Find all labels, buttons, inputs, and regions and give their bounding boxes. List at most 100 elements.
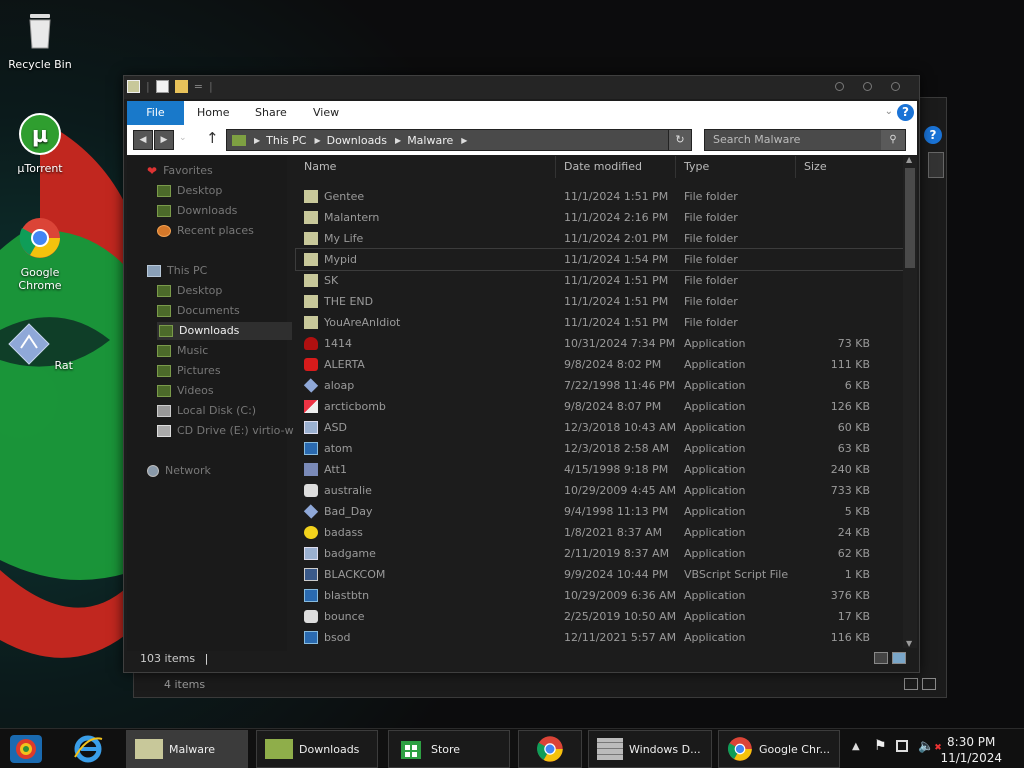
tab-home[interactable]: Home [197,101,229,125]
large-icons-view-icon[interactable] [892,652,906,664]
file-row[interactable]: ASD 12/3/2018 10:43 AM Application 60 KB [296,417,904,438]
nav-this-pc[interactable]: This PC [147,262,207,280]
customize-toolbar-icon[interactable]: = [194,80,203,93]
taskbar-item-google-chrome[interactable]: Google Chr... [718,730,840,768]
tab-view[interactable]: View [313,101,339,125]
address-bar[interactable]: ▶ This PC ▶ Downloads ▶ Malware ▶ [226,129,692,151]
file-row[interactable]: aloap 7/22/1998 11:46 PM Application 6 KB [296,375,904,396]
column-type[interactable]: Type [684,156,796,178]
taskbar-item-store[interactable]: Store [388,730,510,768]
internet-explorer-button[interactable] [72,730,104,768]
file-row[interactable]: Att1 4/15/1998 9:18 PM Application 240 KB [296,459,904,480]
vertical-scrollbar[interactable]: ▲ ▼ [903,155,917,648]
file-row[interactable]: australie 10/29/2009 4:45 AM Application 73… [296,480,904,501]
file-row[interactable]: YouAreAnIdiot 11/1/2024 1:51 PM File folde… [296,312,904,333]
breadcrumb-arrow-icon[interactable]: ▶ [314,136,320,145]
taskbar-item-windows-defender[interactable]: Windows D... [588,730,712,768]
column-name[interactable]: Name [304,156,556,178]
up-arrow-icon[interactable]: ↑ [206,129,219,147]
breadcrumb-this-pc[interactable]: This PC [266,134,306,147]
action-center-flag-icon[interactable]: ⚑ [874,738,887,754]
network-icon[interactable] [896,740,908,752]
scroll-down-icon[interactable]: ▼ [906,639,912,648]
volume-muted-icon[interactable]: 🔈✖ [918,739,942,754]
nav-pc-music[interactable]: Music [157,342,208,360]
large-icons-view-icon[interactable] [922,678,936,690]
nav-pc-videos[interactable]: Videos [157,382,214,400]
nav-pc-documents[interactable]: Documents [157,302,240,320]
file-row[interactable]: Bad_Day 9/4/1998 11:13 PM Application 5 KB [296,501,904,522]
start-button[interactable] [8,730,44,768]
nav-label: Documents [177,304,240,317]
file-row[interactable]: ALERTA 9/8/2024 8:02 PM Application 111 KB [296,354,904,375]
search-input[interactable]: Search Malware ⚲ [704,129,906,151]
refresh-button[interactable]: ↻ [668,129,692,151]
nav-favorites[interactable]: ❤ Favorites [147,162,213,180]
show-hidden-icons-icon[interactable]: ▲ [852,741,860,752]
file-row[interactable]: BLACKCOM 9/9/2024 10:44 PM VBScript Script… [296,564,904,585]
file-row[interactable]: 1414 10/31/2024 7:34 PM Application 73 KB [296,333,904,354]
nav-pc-desktop[interactable]: Desktop [157,282,222,300]
new-folder-icon[interactable] [174,80,188,93]
nav-pc-local-disk[interactable]: Local Disk (C:) [157,402,256,420]
maximize-button[interactable] [863,82,872,91]
file-row[interactable]: badgame 2/11/2019 8:37 AM Application 62 KB [296,543,904,564]
nav-fav-downloads[interactable]: Downloads [157,202,237,220]
file-row[interactable]: THE END 11/1/2024 1:51 PM File folder [296,291,904,312]
details-view-icon[interactable] [874,652,888,664]
properties-icon[interactable] [155,80,169,93]
desktop-icon-google-chrome[interactable]: Google Chrome [0,216,80,292]
file-row[interactable]: SK 11/1/2024 1:51 PM File folder [296,270,904,291]
column-date-modified[interactable]: Date modified [564,156,676,178]
title-bar[interactable]: | = | [124,76,919,99]
breadcrumb-arrow-icon[interactable]: ▶ [254,136,260,145]
breadcrumb-arrow-icon[interactable]: ▶ [395,136,401,145]
file-row[interactable]: arcticbomb 9/8/2024 8:07 PM Application 126… [296,396,904,417]
column-size[interactable]: Size [804,156,876,178]
breadcrumb-downloads[interactable]: Downloads [327,134,387,147]
breadcrumb-arrow-icon[interactable]: ▶ [461,136,467,145]
file-row[interactable]: My Life 11/1/2024 2:01 PM File folder [296,228,904,249]
desktop-icon-utorrent[interactable]: µ µTorrent [0,112,80,175]
scrollbar-thumb[interactable] [905,168,915,268]
scroll-up-icon[interactable]: ▲ [906,155,912,164]
clock[interactable]: 8:30 PM 11/1/2024 [940,734,1002,766]
tab-share[interactable]: Share [255,101,287,125]
nav-pc-downloads[interactable]: Downloads [157,322,292,340]
file-row[interactable]: Malantern 11/1/2024 2:16 PM File folder [296,207,904,228]
diamond-icon [303,378,319,393]
taskbar-item-chrome[interactable] [518,730,582,768]
close-button[interactable] [891,82,900,91]
desktop-icon-recycle-bin[interactable]: Recycle Bin [0,8,80,71]
details-view-icon[interactable] [904,678,918,690]
file-row[interactable]: atom 12/3/2018 2:58 AM Application 63 KB [296,438,904,459]
nav-fav-recent-places[interactable]: Recent places [157,222,254,240]
file-row[interactable]: bsod 12/11/2021 5:57 AM Application 116 KB [296,627,904,648]
file-row[interactable]: Mypid 11/1/2024 1:54 PM File folder [295,248,905,271]
taskbar-item-downloads[interactable]: Downloads [256,730,378,768]
nav-pc-cd-drive[interactable]: CD Drive (E:) virtio-w [157,422,294,440]
back-button[interactable]: ◀ [133,130,153,150]
help-icon[interactable]: ? [924,126,942,144]
search-icon[interactable]: ⚲ [881,130,905,150]
recent-locations-icon[interactable]: ⌄ [179,133,187,143]
nav-pc-pictures[interactable]: Pictures [157,362,221,380]
chevron-down-icon[interactable]: ⌄ [885,106,893,117]
file-row[interactable]: blastbtn 10/29/2009 6:36 AM Application 376… [296,585,904,606]
view-toggle[interactable] [904,678,936,690]
tab-file[interactable]: File [127,101,184,125]
forward-button[interactable]: ▶ [154,130,174,150]
help-icon[interactable]: ? [897,104,914,121]
explorer-window[interactable]: | = | File Home Share View ⌄ ? ◀ ▶ ⌄ ↑ ▶… [123,75,920,673]
minimize-button[interactable] [835,82,844,91]
taskbar-item-malware[interactable]: Malware [126,730,248,768]
desktop-icon-rat[interactable]: Rat [0,322,80,372]
skull-icon [304,337,318,350]
file-row[interactable]: Gentee 11/1/2024 1:51 PM File folder [296,186,904,207]
breadcrumb-malware[interactable]: Malware [407,134,453,147]
nav-network[interactable]: Network [147,462,211,480]
file-row[interactable]: bounce 2/25/2019 10:50 AM Application 17 KB [296,606,904,627]
nav-fav-desktop[interactable]: Desktop [157,182,222,200]
file-row[interactable]: badass 1/8/2021 8:37 AM Application 24 KB [296,522,904,543]
file-type: Application [684,442,746,455]
